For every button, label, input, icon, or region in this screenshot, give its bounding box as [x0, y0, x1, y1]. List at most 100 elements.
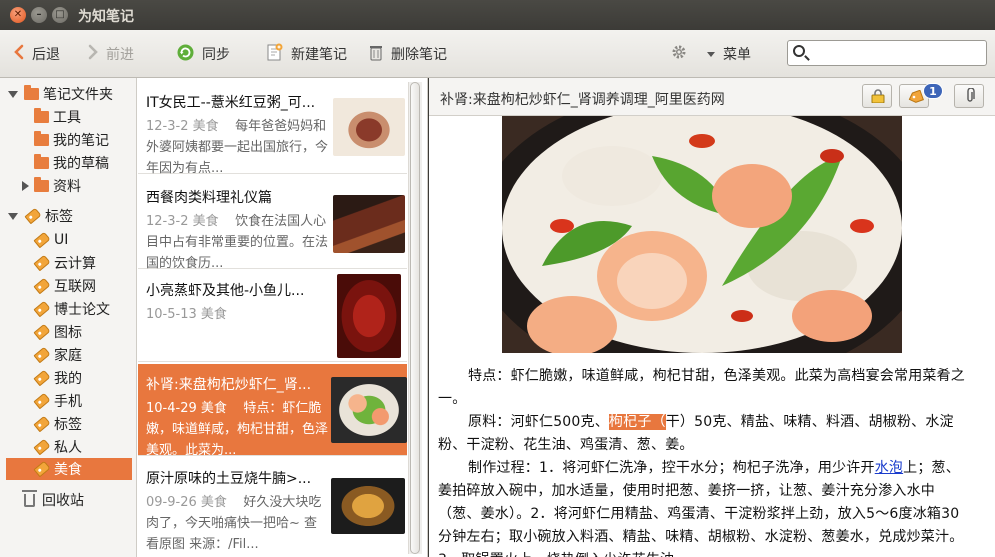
sync-label: 同步: [202, 47, 230, 63]
tag-item-mine[interactable]: 我的: [33, 367, 82, 389]
sync-icon: [177, 44, 194, 65]
lock-icon: [871, 89, 885, 107]
note-item[interactable]: 原汁原味的土豆烧牛腩>... 09-9-26 美食 好久没大块吃肉了，今天啪痛快…: [138, 458, 407, 557]
tag-icon: [33, 369, 51, 387]
text-run: 原料：河虾仁500克、: [468, 414, 609, 430]
tag-item-ui[interactable]: UI: [33, 229, 68, 251]
tag-label: 美食: [54, 462, 82, 478]
tag-icon: [33, 231, 51, 249]
new-note-button[interactable]: 新建笔记: [267, 43, 347, 65]
tag-icon: [33, 300, 51, 318]
tag-icon: [33, 323, 51, 341]
folder-icon: [34, 131, 49, 146]
caret-down-icon: [707, 46, 715, 62]
note-item[interactable]: IT女民工--薏米红豆粥_可... 12-3-2 美食 每年爸爸妈妈和外婆阿姨都…: [138, 82, 407, 176]
folder-icon: [34, 177, 49, 192]
folder-item-resources[interactable]: 资料: [22, 175, 81, 197]
attachments-button[interactable]: [954, 84, 984, 108]
tag-item-cloud[interactable]: 云计算: [33, 252, 96, 274]
folder-label: 我的草稿: [53, 156, 109, 172]
expand-arrow-icon[interactable]: [8, 90, 18, 98]
tag-item-phone[interactable]: 手机: [33, 390, 82, 412]
note-summary: 10-5-13 美食: [146, 304, 330, 368]
tags-root-label: 标签: [45, 209, 73, 225]
text-run: 制作过程：1．将河虾仁洗净，控干水分；枸杞子洗净，用少许开: [468, 460, 875, 476]
menu-button[interactable]: 菜单: [707, 43, 751, 65]
back-label: 后退: [32, 47, 60, 63]
close-window-button[interactable]: ✕: [10, 7, 26, 23]
folder-item-my-notes[interactable]: 我的笔记: [34, 129, 109, 151]
tag-item-food[interactable]: 美食: [6, 458, 132, 480]
tag-icon: [33, 346, 51, 364]
tag-label: 我的: [54, 371, 82, 387]
tags-root[interactable]: 标签: [8, 205, 73, 227]
note-date: 10-5-13 美食: [146, 307, 227, 322]
settings-button[interactable]: [670, 43, 688, 65]
trash-folder[interactable]: 回收站: [22, 489, 84, 511]
folder-item-tools[interactable]: 工具: [34, 106, 81, 128]
note-paragraph: 原料：河虾仁500克、枸杞子（干）50克、精盐、味精、料酒、胡椒粉、水淀粉、干淀…: [438, 411, 972, 457]
folder-item-drafts[interactable]: 我的草稿: [34, 152, 109, 174]
tag-item-thesis[interactable]: 博士论文: [33, 298, 110, 320]
search-highlight: 枸杞子（: [608, 414, 666, 430]
search-icon: [793, 45, 805, 57]
note-item[interactable]: 小亮蒸虾及其他-小鱼儿... 10-5-13 美食: [138, 270, 407, 362]
delete-note-label: 删除笔记: [391, 47, 447, 63]
tag-item-icons[interactable]: 图标: [33, 321, 82, 343]
shrimp-dish-photo: [502, 116, 902, 353]
tag-icon: [33, 415, 51, 433]
note-date: 12-3-2 美食: [146, 119, 219, 134]
title-bar: ✕ – □ 为知笔记: [0, 0, 995, 30]
note-title: 西餐肉类料理礼仪篇: [146, 190, 272, 206]
note-summary: 10-4-29 美食 特点：虾仁脆嫩，味道鲜咸，枸杞甘甜，色泽美观。此菜为...: [146, 398, 330, 462]
tag-label: 互联网: [54, 279, 96, 295]
folders-root[interactable]: 笔记文件夹: [8, 83, 113, 105]
expand-arrow-icon[interactable]: [8, 212, 18, 220]
encrypt-button[interactable]: [862, 84, 892, 108]
note-summary: 09-9-26 美食 好久没大块吃肉了，今天啪痛快一把哈~ 查看原图 来源：/F…: [146, 492, 330, 556]
attachment-count-badge: 1: [923, 83, 943, 99]
folder-label: 工具: [53, 110, 81, 126]
tag-icon: [33, 438, 51, 456]
forward-button[interactable]: 前进: [88, 43, 134, 65]
sync-button[interactable]: 同步: [177, 43, 230, 65]
folder-icon: [34, 154, 49, 169]
note-thumbnail: [337, 274, 401, 358]
menu-label: 菜单: [723, 47, 751, 63]
note-item[interactable]: 西餐肉类料理礼仪篇 12-3-2 美食 饮食在法国人心目中占有非常重要的位置。在…: [138, 177, 407, 271]
tag-label: 手机: [54, 394, 82, 410]
minimize-window-button[interactable]: –: [31, 7, 47, 23]
note-thumbnail: [333, 98, 405, 156]
note-date: 09-9-26 美食: [146, 495, 227, 510]
forward-label: 前进: [106, 47, 134, 63]
note-paragraph: 特点：虾仁脆嫩，味道鲜咸，枸杞甘甜，色泽美观。此菜为高档宴会常用菜肴之一。: [438, 368, 965, 407]
tag-item-private[interactable]: 私人: [33, 436, 82, 458]
paperclip-icon: [964, 87, 976, 108]
tag-item-internet[interactable]: 互联网: [33, 275, 96, 297]
back-button[interactable]: 后退: [14, 43, 60, 65]
delete-note-button[interactable]: 删除笔记: [369, 43, 447, 65]
tag-icon: [33, 460, 51, 478]
tag-item-family[interactable]: 家庭: [33, 344, 82, 366]
tag-label: 私人: [54, 440, 82, 456]
main-toolbar: 后退 前进 同步 新建笔记 删除笔记 菜单: [0, 30, 995, 78]
trash-label: 回收站: [42, 493, 84, 509]
search-input[interactable]: [812, 44, 982, 62]
search-box[interactable]: [787, 40, 987, 66]
folder-label: 我的笔记: [53, 133, 109, 149]
tag-item-tags[interactable]: 标签: [33, 413, 82, 435]
note-paragraph: 制作过程：1．将河虾仁洗净，控干水分；枸杞子洗净，用少许开水泡上；葱、姜拍碎放入…: [438, 457, 972, 557]
tag-icon: [33, 277, 51, 295]
note-link[interactable]: 水泡: [875, 460, 903, 476]
note-list-scrollbar-thumb[interactable]: [410, 82, 420, 554]
note-title: IT女民工--薏米红豆粥_可...: [146, 95, 316, 111]
new-note-icon: [267, 43, 283, 65]
gear-icon: [670, 43, 688, 65]
note-thumbnail: [331, 377, 407, 443]
collapse-arrow-icon[interactable]: [22, 181, 29, 191]
note-item-selected[interactable]: 补肾:来盘枸杞炒虾仁_肾... 10-4-29 美食 特点：虾仁脆嫩，味道鲜咸，…: [138, 364, 407, 458]
folder-icon: [24, 85, 39, 100]
folder-icon: [34, 108, 49, 123]
note-title: 小亮蒸虾及其他-小鱼儿...: [146, 283, 305, 299]
maximize-window-button[interactable]: □: [52, 7, 68, 23]
